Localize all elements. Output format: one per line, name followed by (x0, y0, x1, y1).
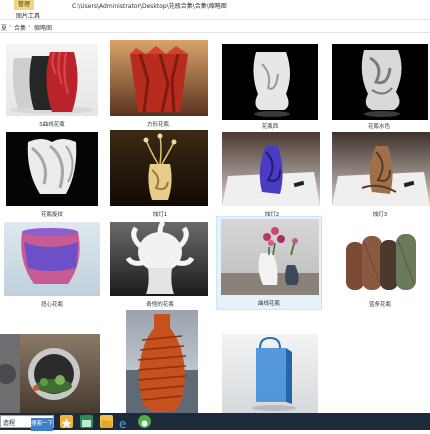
item-label: 花瓶西 (261, 124, 279, 130)
list-item[interactable]: S曲线花瓶 (0, 40, 104, 130)
ie-browser-icon[interactable]: e (118, 415, 131, 431)
thumbnail (110, 130, 208, 206)
thumbnail (0, 334, 100, 413)
address-segment-0[interactable]: 夏 (1, 23, 7, 32)
thumbnail (110, 40, 208, 116)
list-item[interactable]: 奇怪的花瓶 (108, 220, 212, 312)
thumbnail (110, 222, 208, 296)
star-app-icon[interactable] (60, 415, 73, 428)
search-input[interactable]: 造程 (3, 418, 15, 427)
list-item[interactable]: 花瓶西 (218, 40, 322, 130)
list-item[interactable]: 烛灯2 (220, 132, 324, 220)
address-bar[interactable]: 夏 › 合集 › 缩略图 (0, 20, 430, 33)
thumbnail (332, 132, 430, 206)
thumbnail (221, 219, 319, 295)
list-item[interactable]: 方形花瓶 (106, 38, 210, 130)
list-item[interactable]: 花瓶旋纹 (0, 130, 104, 220)
window-path-title: C:\Users\Administrator\Desktop\花瓶合集\合集\缩… (72, 3, 227, 10)
thumbnail (4, 222, 100, 296)
browser-360-icon[interactable] (138, 415, 151, 428)
list-item[interactable]: 烛灯1 (108, 130, 212, 220)
item-label: 扭心花瓶 (40, 302, 63, 308)
address-segment-1[interactable]: 合集 (14, 23, 26, 32)
item-label: 烛灯1 (152, 212, 168, 218)
item-label: 烛灯3 (372, 212, 388, 218)
address-segment-2[interactable]: 缩略图 (34, 23, 52, 32)
item-label: 曲线花瓶 (257, 301, 280, 307)
item-label: 蓝条花瓶 (368, 302, 391, 308)
list-item[interactable]: 花瓶水色 (328, 40, 430, 130)
thumbnail (332, 222, 428, 296)
item-label: 方形花瓶 (146, 122, 169, 128)
search-button[interactable]: 搜索一下 (31, 418, 53, 431)
manage-tab[interactable]: 管理 (14, 0, 34, 10)
item-label: 花瓶旋纹 (40, 212, 63, 218)
thumbnail (126, 310, 198, 413)
list-item[interactable]: 曲线花瓶 (216, 216, 322, 310)
media-app-icon[interactable] (80, 415, 93, 428)
svg-text:e: e (119, 417, 126, 430)
thumbnail (222, 44, 318, 120)
title-bar: 管理 C:\Users\Administrator\Desktop\花瓶合集\合… (0, 0, 430, 10)
thumbnail (332, 44, 428, 120)
thumbnail (6, 132, 98, 206)
folder-icon[interactable] (100, 415, 113, 428)
item-label: 花瓶水色 (367, 124, 390, 130)
taskbar: 造程 搜索一下 e (0, 413, 430, 431)
thumbnail (222, 132, 320, 206)
list-item[interactable]: 扭心花瓶 (0, 220, 104, 312)
item-label: 奇怪的花瓶 (146, 302, 174, 308)
list-item[interactable] (218, 330, 322, 413)
ribbon-tab-picture-tools[interactable]: 图片工具 (16, 11, 40, 20)
chevron-right-icon: › (28, 23, 31, 30)
file-grid: S曲线花瓶 方形花瓶 花瓶西 花瓶水色 花瓶旋纹 烛灯1 烛灯2 烛灯3 扭心花… (0, 34, 430, 413)
thumbnail (6, 44, 98, 116)
list-item[interactable]: 蓝条花瓶 (330, 220, 430, 312)
list-item[interactable]: 烛灯3 (330, 132, 430, 220)
list-item[interactable] (0, 330, 104, 413)
chevron-right-icon: › (9, 23, 12, 30)
ribbon: 图片工具 (0, 10, 430, 20)
item-label: S曲线花瓶 (39, 122, 65, 128)
taskbar-search[interactable]: 造程 搜索一下 (0, 415, 54, 431)
thumbnail (222, 334, 318, 413)
list-item[interactable] (122, 308, 202, 413)
